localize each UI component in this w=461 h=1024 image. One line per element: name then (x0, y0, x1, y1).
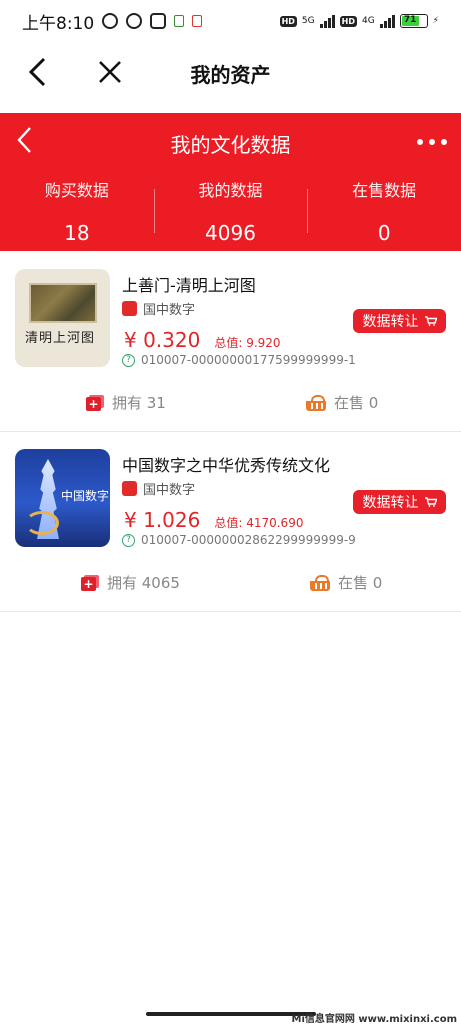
stat-purchased[interactable]: 购买数据 18 (0, 177, 154, 245)
asset-price-row: ¥ 0.320 总值: 9.920 (124, 328, 281, 352)
watermark: Mi信息官网网 www.mixinxi.com (291, 1014, 457, 1024)
asset-code-row: ? 010007-00000002862299999999-9 (122, 533, 356, 547)
more-options-icon[interactable] (417, 139, 447, 145)
on-sale-count[interactable]: 在售 0 (306, 392, 378, 413)
owned-icon (81, 574, 99, 591)
on-sale-count[interactable]: 在售 0 (310, 572, 382, 593)
asset-thumbnail[interactable]: 中国数字 (15, 449, 110, 547)
status-bar: 上午8:10 HD 5G HD 4G 71 ⚡ (0, 0, 461, 42)
basket-icon (306, 394, 326, 411)
stats-row: 购买数据 18 我的数据 4096 在售数据 0 (0, 177, 461, 245)
stat-value: 4096 (205, 221, 256, 245)
nav-bar: 我的资产 (0, 42, 461, 104)
transfer-label: 数据转让 (362, 314, 419, 330)
question-icon[interactable]: ? (122, 533, 135, 547)
asset-code: 010007-00000002862299999999-9 (141, 533, 356, 547)
stat-label: 在售数据 (352, 181, 417, 200)
mute-icon (102, 13, 119, 29)
stat-label: 购买数据 (44, 181, 109, 200)
basket-icon (310, 574, 330, 591)
transfer-button[interactable]: 数据转让 (353, 490, 446, 514)
issuer-name: 国中数字 (143, 483, 196, 498)
dragon-image (25, 511, 59, 535)
close-icon[interactable] (96, 58, 124, 86)
status-time: 上午8:10 (22, 13, 95, 34)
owned-icon (86, 394, 104, 411)
question-icon[interactable]: ? (122, 353, 135, 367)
transfer-button[interactable]: 数据转让 (353, 309, 446, 333)
back-arrow-icon[interactable] (24, 56, 52, 88)
owned-count[interactable]: 拥有 31 (86, 392, 166, 413)
status-icons-right: HD 5G HD 4G 71 ⚡ (279, 14, 439, 28)
status-icons-left (102, 13, 203, 29)
stat-value: 0 (377, 221, 391, 245)
issuer-logo-icon (122, 301, 137, 316)
issuer-logo-icon (122, 481, 137, 496)
asset-code-row: ? 010007-00000000177599999999-1 (122, 353, 356, 367)
hd-icon: HD (279, 15, 297, 27)
asset-price: ¥ 1.026 (124, 508, 201, 532)
painting-scroll-image (29, 283, 97, 323)
battery-icon: 71 (399, 14, 428, 28)
signal-icon-2 (379, 14, 395, 28)
on-sale-label: 在售 0 (338, 574, 383, 592)
on-sale-label: 在售 0 (334, 394, 379, 412)
owned-label: 拥有 31 (112, 394, 166, 412)
thumbnail-calligraphy: 清明上河图 (25, 331, 96, 346)
page-title: 我的资产 (190, 62, 271, 87)
transfer-label: 数据转让 (362, 495, 419, 511)
stat-on-sale[interactable]: 在售数据 0 (307, 177, 461, 245)
hd-icon-2: HD (339, 15, 357, 27)
network-4g-label: 4G (361, 16, 375, 26)
asset-total-value: 总值: 4170.690 (214, 516, 304, 530)
data-summary-banner: 我的文化数据 购买数据 18 我的数据 4096 在售数据 0 (0, 113, 461, 251)
asset-thumbnail[interactable]: 清明上河图 (15, 269, 110, 367)
asset-issuer: 国中数字 (122, 299, 195, 318)
asset-code: 010007-00000000177599999999-1 (141, 353, 356, 367)
asset-price-row: ¥ 1.026 总值: 4170.690 (124, 508, 303, 532)
owned-label: 拥有 4065 (107, 574, 180, 592)
home-indicator[interactable] (146, 1012, 316, 1016)
asset-card[interactable]: 清明上河图 上善门-清明上河图 国中数字 ¥ 0.320 总值: 9.920 ?… (0, 252, 461, 432)
battery-level: 71 (401, 16, 419, 26)
asset-name: 中国数字之中华优秀传统文化 (122, 456, 331, 475)
app-notification-icon (174, 15, 185, 27)
asset-name: 上善门-清明上河图 (122, 276, 256, 295)
stat-mine[interactable]: 我的数据 4096 (153, 177, 308, 245)
network-5g-label: 5G (301, 16, 315, 26)
app-notification-icon-2 (192, 15, 203, 27)
stat-value: 18 (64, 221, 90, 245)
owned-count[interactable]: 拥有 4065 (81, 572, 180, 593)
banner-title: 我的文化数据 (170, 133, 291, 157)
cart-icon (424, 497, 437, 507)
issuer-name: 国中数字 (143, 303, 196, 318)
nfc-icon (150, 13, 167, 29)
signal-icon (319, 14, 335, 28)
asset-issuer: 国中数字 (122, 479, 195, 498)
alarm-icon (126, 13, 143, 29)
asset-card[interactable]: 中国数字 中国数字之中华优秀传统文化 国中数字 ¥ 1.026 总值: 4170… (0, 432, 461, 612)
asset-total-value: 总值: 9.920 (214, 336, 281, 350)
charging-icon: ⚡ (432, 16, 439, 26)
cart-icon (424, 316, 437, 326)
asset-price: ¥ 0.320 (124, 328, 201, 352)
stat-label: 我的数据 (198, 181, 263, 200)
thumbnail-calligraphy: 中国数字 (61, 489, 110, 503)
